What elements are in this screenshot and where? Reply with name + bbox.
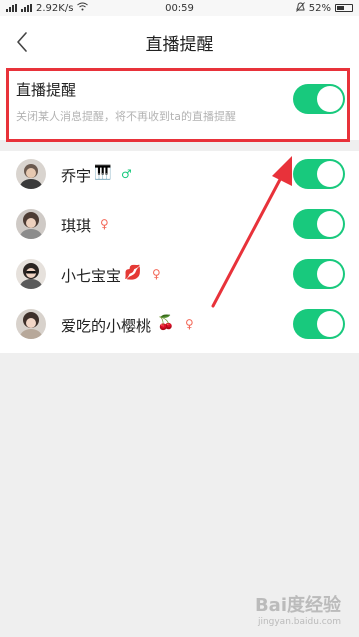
avatar — [16, 159, 46, 189]
user-toggle-switch[interactable] — [293, 259, 345, 289]
avatar — [16, 309, 46, 339]
user-toggle-switch[interactable] — [293, 209, 345, 239]
avatar — [16, 209, 46, 239]
toggle-knob — [317, 211, 343, 237]
list-item: 小七宝宝 💋 ♀ — [0, 251, 359, 301]
user-toggle-switch[interactable] — [293, 309, 345, 339]
female-icon: ♀ — [100, 217, 109, 231]
bell-mute-icon — [295, 1, 305, 15]
cherry-icon: 🍒 — [157, 315, 175, 331]
toggle-knob — [317, 261, 343, 287]
page-title: 直播提醒 — [145, 34, 214, 55]
status-bar: 2.92K/s 00:59 52% — [0, 0, 359, 16]
chevron-left-icon — [17, 32, 27, 52]
master-setting-label: 直播提醒 — [16, 81, 77, 99]
status-right: 52% — [295, 1, 353, 15]
user-name: 琪琪 — [61, 217, 92, 235]
back-button[interactable] — [14, 29, 34, 55]
list-item: 爱吃的小樱桃 🍒 ♀ — [0, 301, 359, 351]
master-toggle-switch[interactable] — [293, 84, 345, 114]
list-item: 乔宇 🎹 ♂ — [0, 151, 359, 201]
toggle-knob — [317, 161, 343, 187]
battery-icon — [335, 4, 353, 12]
female-icon: ♀ — [152, 267, 161, 281]
list-item: 琪琪 ♀ — [0, 201, 359, 251]
watermark-url: jingyan.baidu.com — [257, 617, 341, 627]
toggle-knob — [317, 311, 343, 337]
male-icon: ♂ — [121, 167, 132, 181]
avatar — [16, 259, 46, 289]
nav-bar: 直播提醒 — [0, 16, 359, 68]
piano-icon: 🎹 — [94, 165, 112, 181]
user-list: 乔宇 🎹 ♂ 琪琪 ♀ 小七宝宝 💋 ♀ 爱吃的小樱桃 🍒 ♀ — [0, 151, 359, 353]
watermark-logo: Bai度经验 jingyan.baidu.com — [255, 591, 341, 627]
user-name: 小七宝宝 — [61, 267, 122, 285]
user-name: 爱吃的小樱桃 — [61, 317, 152, 335]
user-name: 乔宇 — [61, 167, 92, 185]
watermark-brand: Bai度经验 — [254, 595, 341, 616]
master-setting-description: 关闭某人消息提醒，将不再收到ta的直播提醒 — [16, 110, 237, 123]
master-setting-row: 直播提醒 关闭某人消息提醒，将不再收到ta的直播提醒 — [0, 68, 359, 142]
user-toggle-switch[interactable] — [293, 159, 345, 189]
battery-percent: 52% — [308, 2, 331, 14]
toggle-knob — [317, 86, 343, 112]
female-icon: ♀ — [185, 317, 194, 331]
lips-icon: 💋 — [124, 265, 142, 281]
